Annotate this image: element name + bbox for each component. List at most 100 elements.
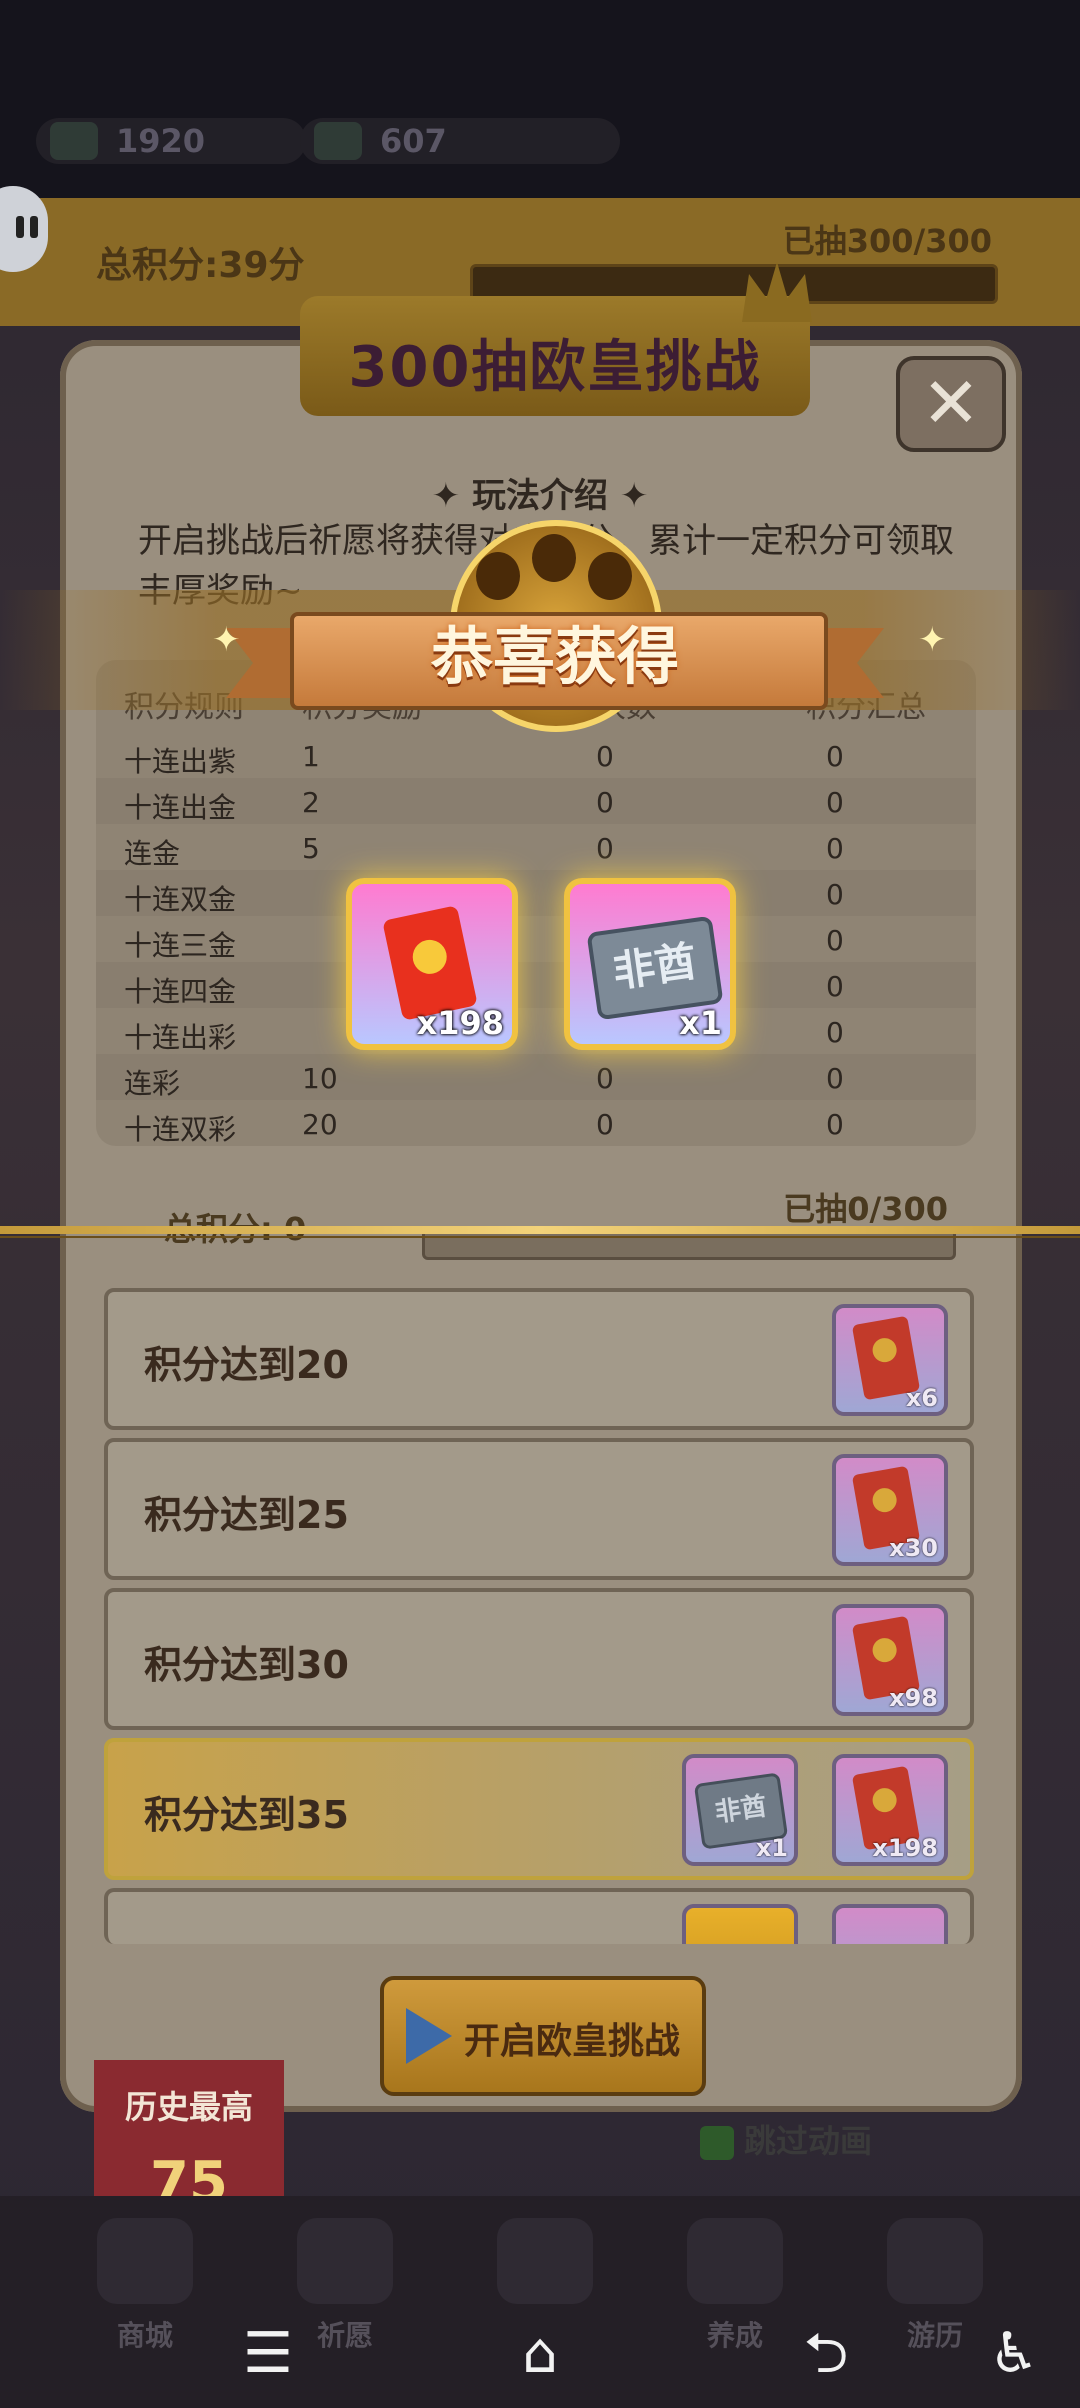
table-cell: 0	[826, 832, 844, 865]
pause-icon-bar	[30, 216, 38, 238]
milestone-label: 积分达到35	[144, 1793, 349, 1837]
draw-count: 已抽300/300	[782, 222, 992, 260]
gem-counter: 1920	[36, 118, 306, 164]
milestone-reward[interactable]	[682, 1904, 798, 1944]
reward-qty: x198	[872, 1834, 938, 1862]
score-rules-table: 积分规则 积分奖励 次数 积分汇总 十连出紫100十连出金200连金500十连双…	[96, 660, 976, 1146]
reward-qty: x1	[755, 1834, 788, 1862]
reward-card-red-packet[interactable]: x198	[346, 878, 518, 1050]
ticket-icon	[314, 122, 362, 160]
swords-icon	[497, 2218, 593, 2304]
reward-title: 恭喜获得	[430, 620, 679, 693]
gem-value: 1920	[116, 122, 206, 160]
total-score-label: 总积分:39分	[96, 245, 305, 286]
reward-qty: x1	[679, 1004, 722, 1042]
reward-qty: x198	[416, 1004, 504, 1042]
table-cell: 十连四金	[124, 975, 237, 1008]
modal-title: 300抽欧皇挑战	[348, 335, 762, 400]
coin-emblem-icon	[870, 1786, 899, 1815]
table-cell: 十连双金	[124, 883, 237, 916]
milestone-reward[interactable]	[832, 1904, 948, 1944]
accessibility-icon[interactable]: ♿	[974, 2314, 1054, 2394]
table-row: 十连出彩 0	[96, 1008, 976, 1054]
coin-emblem-icon	[870, 1486, 899, 1515]
reward-card-plaque[interactable]: 非酋 x1	[564, 878, 736, 1050]
table-row: 连彩 10 0 0	[96, 1054, 976, 1100]
paw-toe	[476, 552, 520, 600]
table-cell: 0	[596, 1062, 614, 1095]
milestone-row: 积分达到20 x6	[104, 1288, 974, 1430]
table-cell: 0	[596, 832, 614, 865]
milestone-label: 积分达到25	[144, 1493, 349, 1537]
ticket-counter: 607	[300, 118, 620, 164]
milestone-label: 积分达到30	[144, 1643, 349, 1687]
sparkle-icon: ✦	[918, 620, 947, 660]
reward-qty: x6	[905, 1384, 938, 1412]
gold-divider-shadow	[0, 1236, 1080, 1238]
menu-icon[interactable]: ☰	[228, 2314, 308, 2394]
paw-icon	[687, 2218, 783, 2304]
pause-icon	[16, 216, 24, 238]
challenge-draw-count: 已抽0/300	[783, 1190, 948, 1228]
milestone-reward[interactable]: x198	[832, 1754, 948, 1866]
map-icon	[887, 2218, 983, 2304]
modal-title-banner: 300抽欧皇挑战	[300, 296, 810, 416]
milestone-reward[interactable]: 非酋 x1	[682, 1754, 798, 1866]
table-row: 连金 5 0 0	[96, 824, 976, 870]
table-cell: 0	[826, 1016, 844, 1049]
table-cell: 0	[826, 1108, 844, 1141]
wish-icon	[297, 2218, 393, 2304]
milestone-reward[interactable]: x30	[832, 1454, 948, 1566]
table-cell: 十连出彩	[124, 1021, 237, 1054]
table-cell: 0	[596, 786, 614, 819]
table-cell: 连彩	[124, 1067, 181, 1100]
start-challenge-button[interactable]: 开启欧皇挑战	[380, 1976, 706, 2096]
table-row: 十连三金 0	[96, 916, 976, 962]
start-button-label: 开启欧皇挑战	[464, 2021, 681, 2062]
table-cell: 0	[826, 924, 844, 957]
coin-emblem-icon	[870, 1336, 899, 1365]
table-cell: 十连双彩	[124, 1113, 237, 1146]
close-button[interactable]: ✕	[896, 356, 1006, 452]
back-icon[interactable]: ⮌	[786, 2314, 866, 2394]
shop-icon	[97, 2218, 193, 2304]
table-cell: 0	[826, 970, 844, 1003]
table-cell: 10	[302, 1062, 338, 1095]
table-cell: 十连出金	[124, 791, 237, 824]
coin-emblem-icon	[870, 1636, 899, 1665]
milestone-reward[interactable]: x98	[832, 1604, 948, 1716]
howto-heading: ✦ 玩法介绍 ✦	[431, 476, 649, 516]
milestone-row: 积分达到30 x98	[104, 1588, 974, 1730]
table-row: 十连四金 0	[96, 962, 976, 1008]
table-cell: 0	[826, 1062, 844, 1095]
table-cell: 0	[826, 786, 844, 819]
table-cell: 0	[826, 740, 844, 773]
table-row: 十连出紫 1 0 0	[96, 732, 976, 778]
table-cell: 十连三金	[124, 929, 237, 962]
table-cell: 5	[302, 832, 320, 865]
checkbox-icon	[700, 2126, 734, 2160]
play-icon	[406, 2008, 452, 2064]
gold-divider	[0, 1226, 1080, 1234]
gem-icon	[50, 122, 98, 160]
table-cell: 0	[826, 878, 844, 911]
table-row: 十连双彩 20 0 0	[96, 1100, 976, 1146]
skip-animation-toggle[interactable]: 跳过动画	[700, 2116, 960, 2162]
milestone-row-highlighted: 积分达到35 非酋 x1 x198	[104, 1738, 974, 1880]
coin-emblem-icon	[409, 936, 450, 978]
paw-toe	[532, 534, 576, 582]
table-cell: 0	[596, 740, 614, 773]
milestone-label: 积分达到20	[144, 1343, 349, 1387]
reward-qty: x30	[889, 1534, 938, 1562]
history-label: 历史最高	[124, 2088, 253, 2126]
table-cell: 2	[302, 786, 320, 819]
milestone-reward[interactable]: x6	[832, 1304, 948, 1416]
top-resource-bar: 1920 607	[0, 0, 1080, 200]
milestone-row: 积分达到25 x30	[104, 1438, 974, 1580]
table-row: 十连出金 2 0 0	[96, 778, 976, 824]
table-cell: 连金	[124, 837, 181, 870]
home-icon[interactable]: ⌂	[500, 2314, 580, 2394]
table-cell: 20	[302, 1108, 338, 1141]
sparkle-icon: ✦	[212, 620, 241, 660]
table-cell: 0	[596, 1108, 614, 1141]
